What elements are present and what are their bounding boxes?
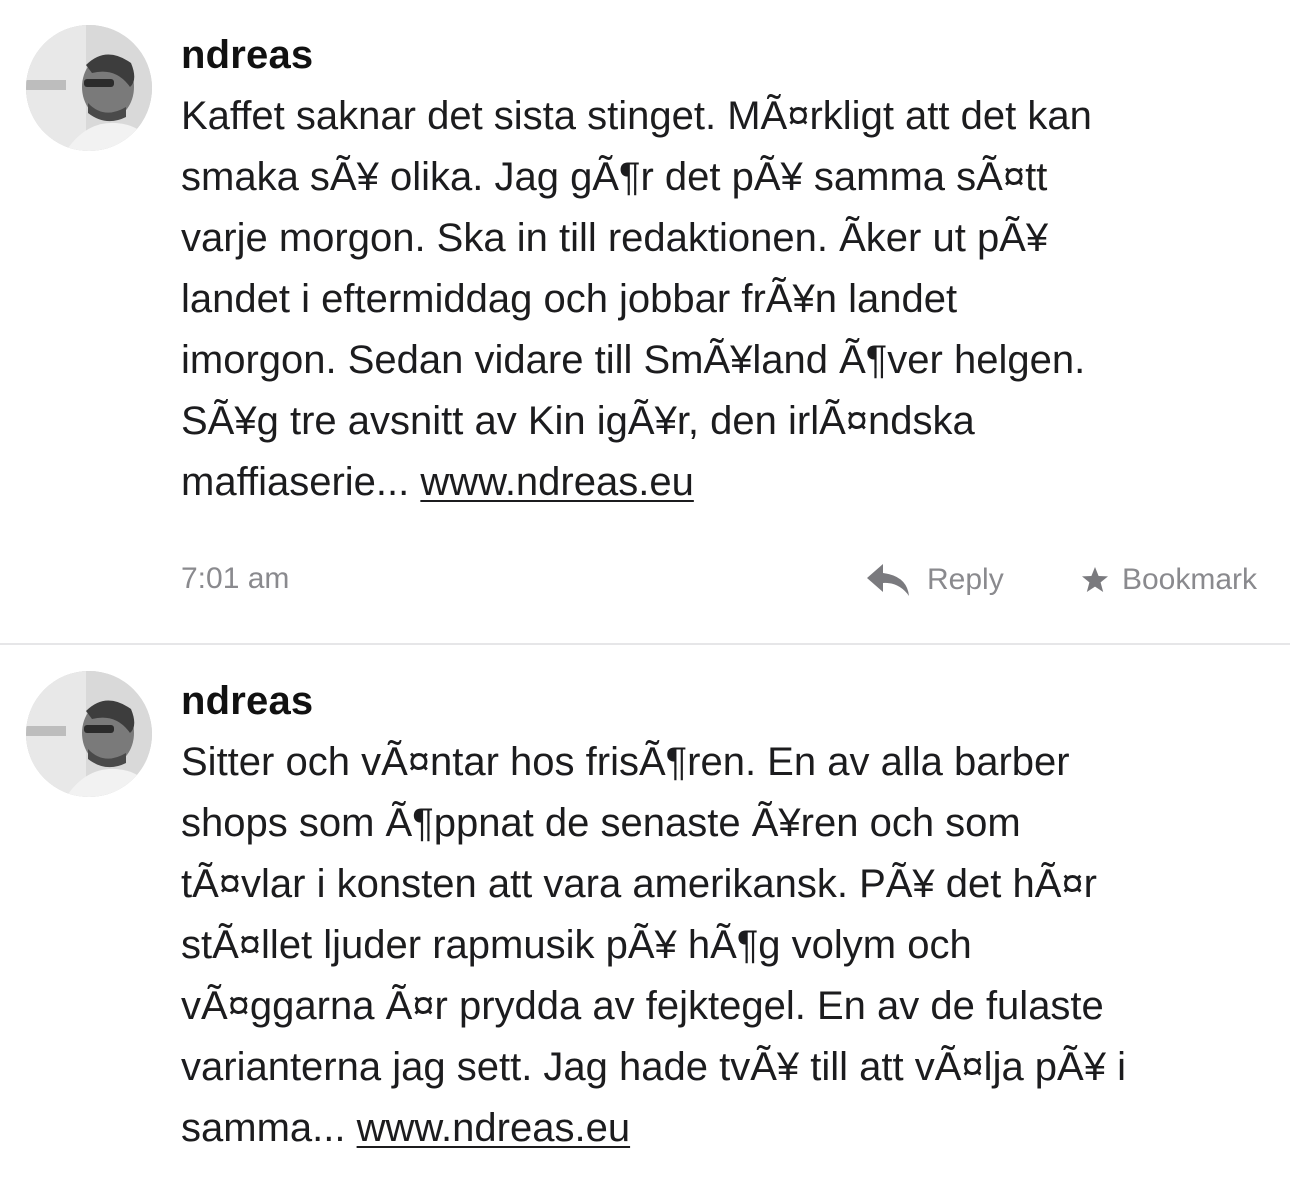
bookmark-label: Bookmark bbox=[1121, 563, 1257, 596]
username[interactable]: ndreas bbox=[181, 677, 313, 725]
reply-arrow-icon bbox=[867, 564, 909, 596]
post-body-line: shops som Ã¶ppnat de senaste Ã¥ren och s… bbox=[181, 801, 1021, 845]
post-body-line: SÃ¥g tre avsnitt av Kin igÃ¥r, den irlÃ¤… bbox=[181, 399, 975, 443]
post-meta: 7:01 am Reply Bookmark bbox=[181, 555, 1257, 605]
star-icon bbox=[1081, 567, 1108, 592]
reply-button[interactable]: Reply bbox=[865, 555, 1004, 605]
avatar[interactable] bbox=[26, 25, 152, 151]
post-body-line: varianterna jag sett. Jag hade tvÃ¥ till… bbox=[181, 1045, 1126, 1089]
post-body-line-last: maffiaserie... www.ndreas.eu bbox=[181, 452, 1266, 513]
post-link[interactable]: www.ndreas.eu bbox=[420, 460, 693, 504]
post-body-line: Kaffet saknar det sista stinget. MÃ¤rkli… bbox=[181, 94, 1092, 138]
post-body-line: imorgon. Sedan vidare till SmÃ¥land Ã¶ve… bbox=[181, 338, 1086, 382]
avatar-photo bbox=[26, 25, 152, 151]
avatar[interactable] bbox=[26, 671, 152, 797]
reply-label: Reply bbox=[927, 563, 1004, 596]
username[interactable]: ndreas bbox=[181, 31, 313, 79]
post-body-line: landet i eftermiddag och jobbar frÃ¥n la… bbox=[181, 277, 958, 321]
divider bbox=[0, 643, 1290, 645]
post-body-line: stÃ¤llet ljuder rapmusik pÃ¥ hÃ¶g volym … bbox=[181, 923, 972, 967]
bookmark-button[interactable]: Bookmark bbox=[1080, 555, 1257, 605]
post: ndreas Kaffet saknar det sista stinget. … bbox=[0, 0, 1290, 644]
post-body-line: vÃ¤ggarna Ã¤r prydda av fejktegel. En av… bbox=[181, 984, 1104, 1028]
timestamp[interactable]: 7:01 am bbox=[181, 561, 289, 597]
post-body-line-last: samma... www.ndreas.eu bbox=[181, 1098, 1266, 1159]
post-body-line: smaka sÃ¥ olika. Jag gÃ¶r det pÃ¥ samma … bbox=[181, 155, 1048, 199]
post-body-line: tÃ¤vlar i konsten att vara amerikansk. P… bbox=[181, 862, 1097, 906]
avatar-photo bbox=[26, 671, 152, 797]
post: ndreas Sitter och vÃ¤ntar hos frisÃ¶ren.… bbox=[0, 646, 1290, 1196]
post-body-line: Sitter och vÃ¤ntar hos frisÃ¶ren. En av … bbox=[181, 740, 1070, 784]
post-body-truncated: samma... bbox=[181, 1106, 357, 1150]
post-body-truncated: maffiaserie... bbox=[181, 460, 421, 504]
post-link[interactable]: www.ndreas.eu bbox=[357, 1106, 630, 1150]
post-body: Kaffet saknar det sista stinget. MÃ¤rkli… bbox=[181, 86, 1266, 513]
post-body-line: varje morgon. Ska in till redaktionen. Ã… bbox=[181, 216, 1049, 260]
post-body: Sitter och vÃ¤ntar hos frisÃ¶ren. En av … bbox=[181, 732, 1266, 1159]
